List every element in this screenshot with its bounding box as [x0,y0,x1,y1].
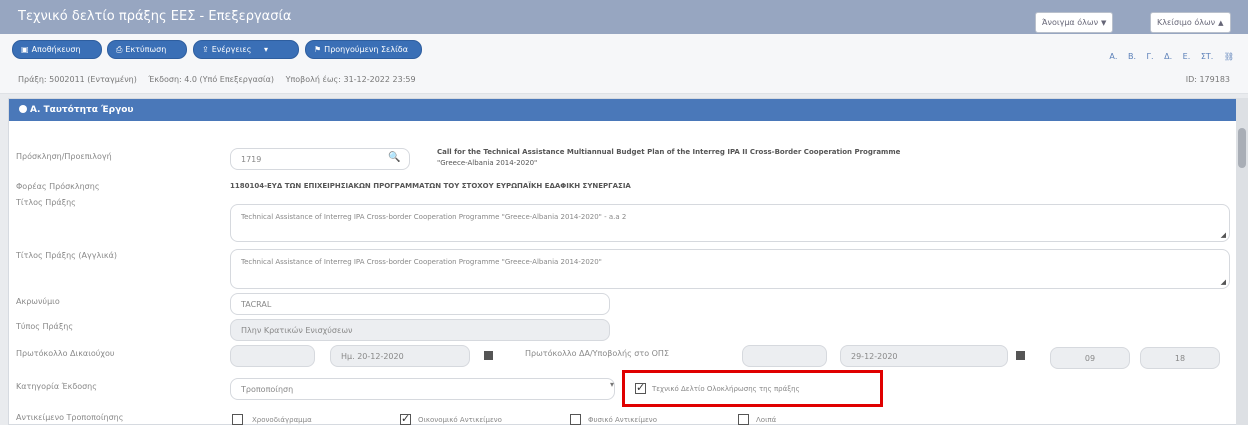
section-header[interactable]: Α. Ταυτότητα Έργου [9,99,1239,121]
section-link-b[interactable]: Β. [1128,52,1136,61]
highlight-box [622,370,883,407]
other-label: Λοιπά [756,416,777,424]
chevron-down-icon[interactable]: ▾ [610,380,614,389]
resize-grip-icon[interactable]: ◢ [1221,278,1226,286]
beneficiary-protocol-number-input[interactable] [230,345,315,367]
scrollbar-thumb[interactable] [1238,128,1246,168]
chevron-down-icon: ▾ [263,45,268,54]
record-deadline: Υποβολή έως: 31-12-2022 23:59 [285,75,416,84]
vertical-scrollbar[interactable] [1236,98,1248,425]
project-type-label: Τύπος Πράξης [16,322,74,331]
call-label: Πρόσκληση/Προεπιλογή [16,152,112,161]
calendar-icon[interactable] [484,351,493,360]
record-version: Έκδοση: 4.0 (Υπό Επεξεργασία) [148,75,275,84]
project-title-label: Τίτλος Πράξης [16,198,76,207]
link-icon[interactable]: ⛓ [1224,52,1234,61]
save-button[interactable]: ▣ Αποθήκευση [12,40,102,59]
chevron-up-icon: ▲ [1218,19,1224,27]
financial-object-label: Οικονομικό Αντικείμενο [418,416,502,424]
toolbar: ▣ Αποθήκευση ⎙ Εκτύπωση ⇪ Ενέργειες ▾ ⚑ Προη… [0,34,1248,94]
print-icon: ⎙ [116,45,123,54]
section-link-c[interactable]: Γ. [1147,52,1154,61]
beneficiary-protocol-date-input[interactable]: Ημ. 20-12-2020 [330,345,470,367]
previous-page-button[interactable]: ⚑ Προηγούμενη Σελίδα [305,40,422,59]
ops-protocol-minute-input[interactable]: 18 [1140,347,1220,369]
acronym-label: Ακρωνύμιο [16,297,60,306]
record-id: ID: 179183 [1185,75,1230,84]
print-button[interactable]: ⎙ Εκτύπωση [107,40,187,59]
section-link-d[interactable]: Δ. [1164,52,1172,61]
record-code: Πράξη: 5002011 (Ενταγμένη) [18,75,137,84]
expand-all-button[interactable]: Άνοιγμα όλων ▼ [1035,12,1114,33]
version-category-select[interactable]: Τροποποίηση [230,378,615,400]
financial-object-checkbox[interactable] [400,412,411,425]
section-link-a[interactable]: Α. [1109,52,1117,61]
ops-protocol-number-input[interactable] [742,345,827,367]
resize-grip-icon[interactable]: ◢ [1221,231,1226,239]
actions-dropdown-button[interactable]: ⇪ Ενέργειες ▾ [193,40,299,59]
physical-object-checkbox[interactable] [570,414,581,425]
section-link-f[interactable]: ΣΤ. [1201,52,1213,61]
expand-circle-icon [19,105,27,113]
other-checkbox[interactable] [738,414,749,425]
ops-protocol-label: Πρωτόκολλο ΔΑ/Υποβολής στο ΟΠΣ [525,349,669,358]
timeline-label: Χρονοδιάγραμμα [252,416,312,424]
search-icon[interactable]: 🔍 [388,152,400,163]
save-icon: ▣ [21,45,29,54]
call-description-line1: Call for the Technical Assistance Multia… [437,148,901,156]
project-title-textarea[interactable]: Technical Assistance of Interreg IPA Cro… [230,204,1230,242]
section-link-e[interactable]: Ε. [1183,52,1191,61]
version-category-label: Κατηγορία Έκδοσης [16,382,97,391]
project-type-select[interactable]: Πλην Κρατικών Ενισχύσεων [230,319,610,341]
collapse-all-button[interactable]: Κλείσιμο όλων ▲ [1150,12,1231,33]
physical-object-label: Φυσικό Αντικείμενο [588,416,657,424]
call-input[interactable]: 1719 [230,148,410,170]
flag-icon: ⚑ [314,45,322,54]
window-title-bar: Τεχνικό δελτίο πράξης ΕΕΣ - Επεξεργασία … [0,0,1248,34]
modification-object-label: Αντικείμενο Τροποποίησης [16,413,124,422]
call-body-label: Φορέας Πρόσκλησης [16,182,100,191]
project-title-en-textarea[interactable]: Technical Assistance of Interreg IPA Cro… [230,249,1230,289]
export-icon: ⇪ [202,45,209,54]
ops-protocol-date-input[interactable]: 29-12-2020 [840,345,1008,367]
calendar-icon[interactable] [1016,351,1025,360]
acronym-input[interactable]: TACRAL [230,293,610,315]
chevron-down-icon: ▼ [1101,19,1107,27]
timeline-checkbox[interactable] [232,414,243,425]
call-description-line2: "Greece-Albania 2014-2020" [437,159,538,167]
section-jump-links: Α. Β. Γ. Δ. Ε. ΣΤ. ⛓ [1101,52,1234,61]
page-title: Τεχνικό δελτίο πράξης ΕΕΣ - Επεξεργασία [18,9,292,24]
call-body-value: 1180104-ΕΥΔ ΤΩΝ ΕΠΙΧΕΙΡΗΣΙΑΚΩΝ ΠΡΟΓΡΑΜΜΑ… [230,182,631,190]
ops-protocol-hour-input[interactable]: 09 [1050,347,1130,369]
record-info: Πράξη: 5002011 (Ενταγμένη) Έκδοση: 4.0 (… [18,75,425,84]
project-title-en-label: Τίτλος Πράξης (Αγγλικά) [16,251,118,260]
beneficiary-protocol-label: Πρωτόκολλο Δικαιούχου [16,349,115,358]
